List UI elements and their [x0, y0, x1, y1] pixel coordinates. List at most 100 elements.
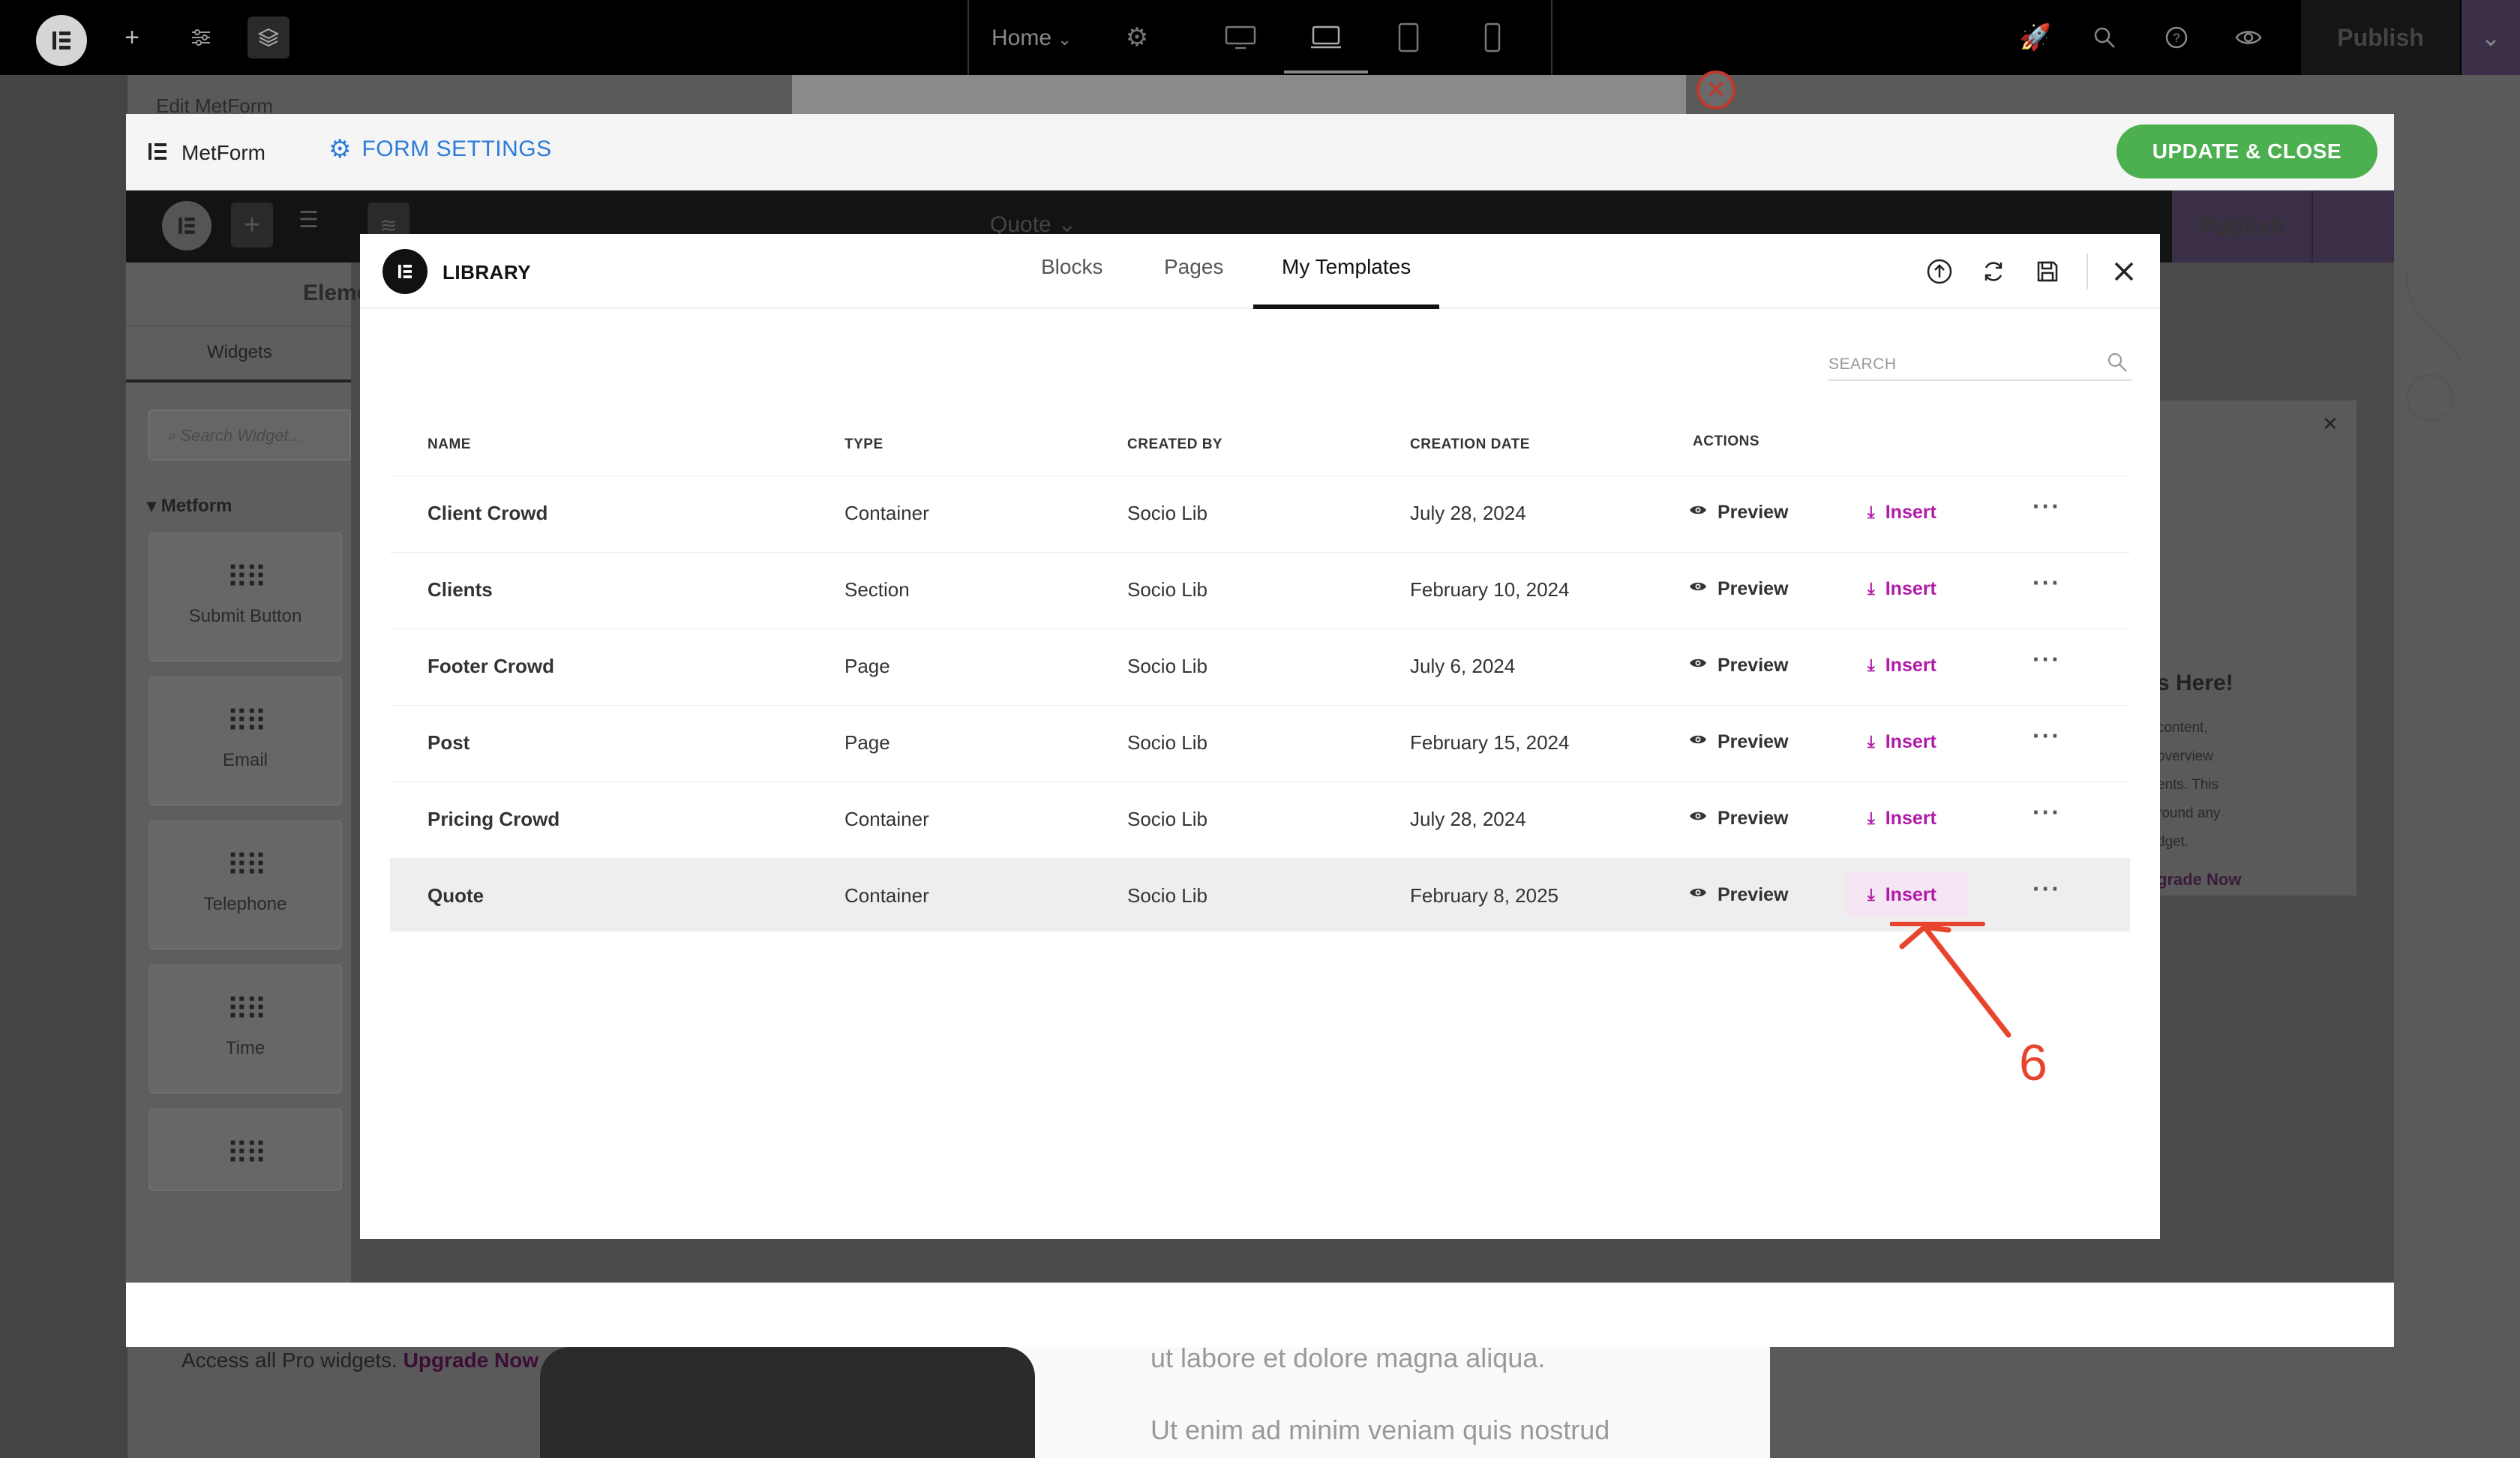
- mobile-device-icon[interactable]: [1472, 16, 1514, 58]
- pro-notice-text: Access all Pro widgets.: [182, 1348, 398, 1372]
- elementor-logo-icon[interactable]: [36, 15, 87, 66]
- save-icon[interactable]: [2031, 255, 2064, 288]
- outer-publish-button[interactable]: Publish: [2301, 0, 2460, 75]
- tab-my-templates[interactable]: My Templates: [1253, 255, 1440, 309]
- search-icon: [2106, 351, 2128, 378]
- widget-submit-button[interactable]: ⠿⠿ Submit Button: [148, 532, 342, 662]
- whats-new-icon[interactable]: 🚀: [2014, 16, 2056, 58]
- widget-search-placeholder: Search Widget...: [180, 426, 302, 445]
- widget-telephone[interactable]: ⠿⠿ Telephone: [148, 820, 342, 950]
- more-options-icon[interactable]: ···: [2032, 799, 2061, 826]
- template-name: Clients: [428, 578, 493, 601]
- help-icon[interactable]: ?: [2156, 16, 2198, 58]
- sync-icon[interactable]: [1977, 255, 2010, 288]
- form-settings-link[interactable]: ⚙ FORM SETTINGS: [328, 136, 552, 162]
- publish-options-chevron-icon[interactable]: ⌄: [2462, 0, 2520, 75]
- widget-email[interactable]: ⠿⠿ Email: [148, 676, 342, 806]
- column-header-created-by: CREATED BY: [1127, 436, 1223, 452]
- inner-add-icon[interactable]: +: [231, 202, 273, 248]
- template-type: Page: [844, 731, 890, 754]
- template-type: Container: [844, 502, 929, 524]
- promo-line: overview: [2157, 748, 2213, 764]
- insert-button[interactable]: ⤓ Insert: [1845, 719, 1970, 764]
- insert-button[interactable]: ⤓ Insert: [1845, 566, 1970, 611]
- widget-grid-icon: ⠿⠿: [226, 994, 268, 1027]
- inner-elementor-logo-icon[interactable]: [162, 201, 212, 250]
- tablet-device-icon[interactable]: [1388, 16, 1430, 58]
- insert-label: Insert: [1885, 730, 1936, 752]
- promo-line: ents. This: [2157, 777, 2219, 793]
- preview-button[interactable]: Preview: [1718, 808, 1789, 830]
- preview-eye-icon[interactable]: [2228, 16, 2270, 58]
- preview-button[interactable]: Preview: [1718, 655, 1789, 676]
- structure-layers-icon[interactable]: [248, 16, 290, 58]
- column-header-creation-date: CREATION DATE: [1410, 436, 1530, 452]
- background-sidebar: [0, 75, 128, 1458]
- download-icon: ⤓: [1868, 579, 1875, 598]
- template-created-by: Socio Lib: [1127, 808, 1208, 830]
- inner-settings-icon[interactable]: ☰: [298, 207, 319, 233]
- widget-pro-locked[interactable]: ⠿⠿: [148, 1108, 342, 1191]
- template-row[interactable]: Post Page Socio Lib February 15, 2024 Previe…: [390, 705, 2130, 778]
- page-settings-icon[interactable]: ⚙: [1116, 16, 1158, 58]
- promo-close-icon[interactable]: ✕: [2322, 412, 2338, 436]
- insert-button[interactable]: ⤓ Insert: [1845, 796, 1970, 841]
- template-created-by: Socio Lib: [1127, 884, 1208, 907]
- column-header-type: TYPE: [844, 436, 884, 452]
- insert-button[interactable]: ⤓ Insert: [1845, 643, 1970, 688]
- template-created-by: Socio Lib: [1127, 578, 1208, 601]
- import-upload-icon[interactable]: [1923, 255, 1956, 288]
- preview-button[interactable]: Preview: [1718, 731, 1789, 753]
- preview-button[interactable]: Preview: [1718, 578, 1789, 600]
- template-row[interactable]: Pricing Crowd Container Socio Lib July 28, …: [390, 782, 2130, 855]
- insert-label: Insert: [1885, 807, 1936, 829]
- promo-upgrade-link[interactable]: grade Now: [2157, 870, 2241, 890]
- metform-category[interactable]: ▾ Metform: [147, 495, 232, 517]
- widget-grid-icon: ⠿⠿: [226, 850, 268, 883]
- desktop-device-icon[interactable]: [1220, 16, 1262, 58]
- update-close-button[interactable]: UPDATE & CLOSE: [2116, 124, 2378, 178]
- more-options-icon[interactable]: ···: [2032, 493, 2061, 520]
- page-select[interactable]: Home ⌄: [992, 26, 1072, 51]
- site-settings-icon[interactable]: [180, 16, 222, 58]
- download-icon: ⤓: [1868, 732, 1875, 751]
- insert-button[interactable]: ⤓ Insert: [1845, 490, 1970, 535]
- inner-widgets-panel: Eleme Widgets ⌕ Search Widget... ▾ Metfo…: [126, 262, 369, 1282]
- insert-label: Insert: [1885, 654, 1936, 676]
- preview-button[interactable]: Preview: [1718, 502, 1789, 524]
- inner-publish-chevron-icon[interactable]: ⌄: [2312, 190, 2394, 262]
- inner-publish-button[interactable]: Publish: [2172, 190, 2312, 262]
- preview-button[interactable]: Preview: [1718, 884, 1789, 906]
- template-row[interactable]: Quote Container Socio Lib February 8, 2025 P…: [390, 858, 2130, 932]
- widget-grid-icon: ⠿⠿: [226, 562, 268, 595]
- template-row[interactable]: Clients Section Socio Lib February 10, 2024…: [390, 552, 2130, 626]
- more-options-icon[interactable]: ···: [2032, 646, 2061, 674]
- background-close-icon[interactable]: ✕: [1696, 70, 1736, 110]
- background-image: [540, 1347, 1035, 1458]
- widget-grid-icon: ⠿⠿: [226, 706, 268, 739]
- widgets-tab[interactable]: Widgets: [207, 342, 272, 363]
- more-options-icon[interactable]: ···: [2032, 875, 2061, 903]
- library-title: LIBRARY: [442, 261, 532, 284]
- template-row[interactable]: Footer Crowd Page Socio Lib July 6, 2024 Pre…: [390, 628, 2130, 702]
- more-options-icon[interactable]: ···: [2032, 722, 2061, 750]
- close-icon[interactable]: [2108, 255, 2140, 288]
- template-type: Section: [844, 578, 910, 601]
- laptop-device-icon[interactable]: [1305, 16, 1347, 58]
- more-options-icon[interactable]: ···: [2032, 569, 2061, 597]
- template-row[interactable]: Client Crowd Container Socio Lib July 28, 2…: [390, 476, 2130, 549]
- upgrade-now-link[interactable]: Upgrade Now: [404, 1348, 538, 1372]
- add-element-icon[interactable]: +: [111, 16, 153, 58]
- template-type: Container: [844, 884, 929, 907]
- pro-widgets-notice: Access all Pro widgets. Upgrade Now: [182, 1348, 538, 1372]
- metform-category-label: Metform: [160, 496, 232, 516]
- widget-label: Telephone: [203, 894, 287, 914]
- template-name: Quote: [428, 884, 484, 907]
- svg-text:?: ?: [2173, 31, 2180, 45]
- widget-search-input[interactable]: ⌕ Search Widget...: [148, 410, 351, 460]
- widget-time[interactable]: ⠿⠿ Time: [148, 964, 342, 1094]
- tab-pages[interactable]: Pages: [1164, 255, 1223, 309]
- tab-blocks[interactable]: Blocks: [1041, 255, 1102, 309]
- search-icon[interactable]: [2084, 16, 2126, 58]
- template-search-input[interactable]: SEARCH: [1828, 345, 2132, 381]
